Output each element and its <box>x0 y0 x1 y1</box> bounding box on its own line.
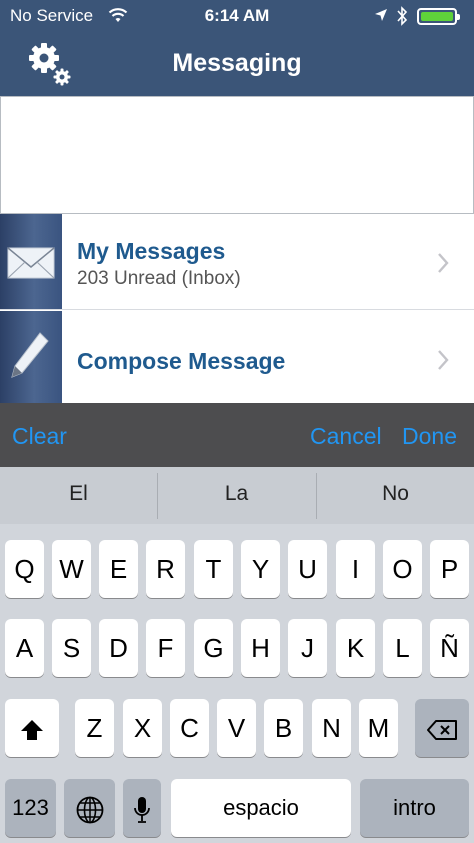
globe-icon <box>76 796 103 824</box>
chevron-right-icon <box>438 350 449 370</box>
navigation-bar: No Service 6:14 AM Messaging <box>0 0 474 96</box>
key-u[interactable]: U <box>288 540 327 598</box>
key-k[interactable]: K <box>336 619 375 677</box>
banner-area <box>0 96 474 214</box>
key-n-tilde[interactable]: Ñ <box>430 619 469 677</box>
predictive-bar: El La No <box>0 467 474 524</box>
shift-icon <box>21 720 43 741</box>
key-l[interactable]: L <box>383 619 422 677</box>
key-p[interactable]: P <box>430 540 469 598</box>
key-t[interactable]: T <box>194 540 233 598</box>
cancel-button[interactable]: Cancel <box>310 423 382 450</box>
pencil-icon <box>11 332 49 378</box>
row-icon-background <box>0 214 62 309</box>
status-bar: No Service 6:14 AM <box>0 0 474 32</box>
location-arrow-icon <box>375 9 387 21</box>
key-j[interactable]: J <box>288 619 327 677</box>
bluetooth-icon <box>397 6 408 26</box>
list-item-compose-message[interactable]: Compose Message <box>0 311 474 403</box>
key-v[interactable]: V <box>217 699 256 757</box>
compose-message-title: Compose Message <box>77 348 286 374</box>
key-f[interactable]: F <box>146 619 185 677</box>
key-s[interactable]: S <box>52 619 91 677</box>
battery-icon <box>417 8 460 25</box>
shift-key[interactable] <box>5 699 59 757</box>
key-r[interactable]: R <box>146 540 185 598</box>
my-messages-title: My Messages <box>77 238 226 264</box>
key-b[interactable]: B <box>264 699 303 757</box>
done-button[interactable]: Done <box>402 423 457 450</box>
list-item-my-messages[interactable]: My Messages 203 Unread (Inbox) <box>0 214 474 310</box>
keyboard-accessory-bar: Clear Cancel Done <box>0 403 474 467</box>
key-a[interactable]: A <box>5 619 44 677</box>
globe-key[interactable] <box>64 779 115 837</box>
return-key[interactable]: intro <box>360 779 469 837</box>
suggestion-2[interactable]: La <box>158 467 315 524</box>
space-key[interactable]: espacio <box>171 779 351 837</box>
numbers-key[interactable]: 123 <box>5 779 56 837</box>
key-c[interactable]: C <box>170 699 209 757</box>
backspace-icon <box>427 720 457 741</box>
chevron-right-icon <box>438 253 449 273</box>
row-icon-background <box>0 311 62 403</box>
key-o[interactable]: O <box>383 540 422 598</box>
envelope-icon <box>7 247 55 279</box>
key-d[interactable]: D <box>99 619 138 677</box>
clear-button[interactable]: Clear <box>12 423 67 450</box>
suggestion-3[interactable]: No <box>317 467 474 524</box>
microphone-icon <box>134 797 150 824</box>
key-y[interactable]: Y <box>241 540 280 598</box>
unread-count: 203 Unread (Inbox) <box>77 268 241 289</box>
key-m[interactable]: M <box>359 699 398 757</box>
suggestion-1[interactable]: El <box>0 467 157 524</box>
key-q[interactable]: Q <box>5 540 44 598</box>
backspace-key[interactable] <box>415 699 469 757</box>
key-x[interactable]: X <box>123 699 162 757</box>
page-title: Messaging <box>172 49 302 77</box>
key-w[interactable]: W <box>52 540 91 598</box>
dictation-key[interactable] <box>123 779 161 837</box>
key-g[interactable]: G <box>194 619 233 677</box>
key-i[interactable]: I <box>336 540 375 598</box>
key-h[interactable]: H <box>241 619 280 677</box>
keyboard: Q W E R T Y U I O P A S D F G H J K L Ñ … <box>0 524 474 843</box>
key-e[interactable]: E <box>99 540 138 598</box>
key-z[interactable]: Z <box>75 699 114 757</box>
key-n[interactable]: N <box>312 699 351 757</box>
